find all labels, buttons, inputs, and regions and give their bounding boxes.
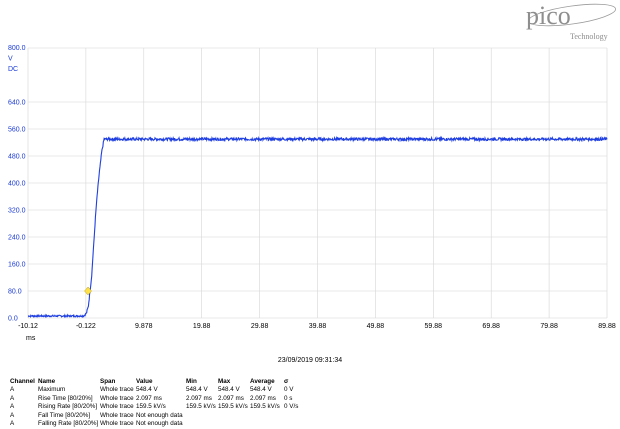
cell-min <box>186 420 218 429</box>
cell-span: Whole trace <box>100 411 134 419</box>
y-tick-label: 320.0 <box>8 208 26 215</box>
cell-span: Whole trace <box>100 394 134 402</box>
x-tick-label: 9.878 <box>135 323 153 330</box>
y-tick-label: 640.0 <box>8 100 26 107</box>
cell-sigma <box>284 411 304 420</box>
cell-value: 2.097 ms <box>136 394 162 402</box>
cell-max: 159.5 kV/s <box>218 403 248 411</box>
cell-average <box>250 420 284 429</box>
cell-max <box>218 411 250 420</box>
header-max: Max <box>218 377 231 385</box>
header-sigma: σ <box>284 377 289 385</box>
header-average: Average <box>250 377 275 385</box>
cell-channel: A <box>10 386 15 394</box>
measurements-header-row: Channel Name Span Value Min Max Average … <box>10 377 304 386</box>
cell-min <box>186 411 218 420</box>
cell-average: 548.4 V <box>250 386 272 394</box>
x-tick-label: 49.88 <box>367 323 385 330</box>
cell-value: Not enough data <box>136 411 183 419</box>
cell-name: Falling Rate [80/20%] <box>38 420 99 428</box>
x-tick-label: -10.12 <box>18 323 38 330</box>
header-value: Value <box>136 377 153 385</box>
header-min: Min <box>186 377 197 385</box>
y-unit-line: V <box>8 56 13 63</box>
y-tick-label: 560.0 <box>8 127 26 134</box>
measurements-body: A Maximum Whole trace 548.4 V 548.4 V 548.4 V… <box>10 386 304 429</box>
y-unit-label: 800.0 V DC <box>8 45 26 73</box>
x-tick-label: 19.88 <box>193 323 211 330</box>
cell-span: Whole trace <box>100 386 134 394</box>
cell-name: Rising Rate [80/20%] <box>38 403 98 411</box>
header-channel: Channel <box>10 377 35 385</box>
cell-max: 2.097 ms <box>218 394 244 402</box>
cell-channel: A <box>10 403 15 411</box>
measurement-row: A Rise Time [80/20%] Whole trace 2.097 ms 2.… <box>10 394 304 403</box>
capture-timestamp: 23/09/2019 09:31:34 <box>277 357 343 364</box>
cell-channel: A <box>10 420 15 428</box>
cell-max: 548.4 V <box>218 386 240 394</box>
y-tick-label: 160.0 <box>8 262 26 269</box>
x-tick-label: 69.88 <box>482 323 500 330</box>
x-tick-label: 39.88 <box>309 323 327 330</box>
cell-channel: A <box>10 394 15 402</box>
cell-min: 159.5 kV/s <box>186 403 216 411</box>
y-axis-ticks: 640.0 560.0 480.0 400.0 320.0 240.0 160.0 80.0 0… <box>8 100 26 323</box>
cell-min: 548.4 V <box>186 386 208 394</box>
measurement-row: A Falling Rate [80/20%] Whole trace Not eno… <box>10 420 304 429</box>
y-unit-line: 800.0 <box>8 45 26 52</box>
x-tick-label: -0.122 <box>76 323 96 330</box>
x-tick-label: 79.88 <box>540 323 558 330</box>
x-tick-label: 89.88 <box>598 323 616 330</box>
x-axis-ticks: -10.12 -0.122 9.878 19.88 29.88 39.88 49.88 59.… <box>18 323 616 342</box>
cell-name: Fall Time [80/20%] <box>38 411 91 419</box>
cell-name: Rise Time [80/20%] <box>38 394 93 402</box>
cell-sigma: 0 V/s <box>284 403 299 411</box>
x-tick-label: 59.88 <box>425 323 443 330</box>
cell-average: 2.097 ms <box>250 394 276 402</box>
cell-min: 2.097 ms <box>186 394 212 402</box>
cell-average <box>250 411 284 420</box>
cell-sigma: 0 s <box>284 394 293 402</box>
cell-sigma <box>284 420 304 429</box>
x-tick-label: 29.88 <box>251 323 269 330</box>
y-unit-line: DC <box>8 66 18 73</box>
cell-channel: A <box>10 411 15 419</box>
x-unit-label: ms <box>26 335 36 342</box>
y-tick-label: 400.0 <box>8 181 26 188</box>
measurement-row: A Maximum Whole trace 548.4 V 548.4 V 548.4 V… <box>10 386 304 395</box>
y-tick-label: 240.0 <box>8 235 26 242</box>
cell-value: 548.4 V <box>136 386 158 394</box>
measurements-table: Channel Name Span Value Min Max Average … <box>10 377 304 428</box>
header-span: Span <box>100 377 116 385</box>
voltage-plot: 800.0 V DC 640.0 560.0 480.0 400.0 320.0 240.0 1… <box>8 45 616 342</box>
measurement-row: A Rising Rate [80/20%] Whole trace 159.5 kV… <box>10 403 304 412</box>
grid <box>27 47 608 319</box>
cell-value: Not enough data <box>136 420 183 428</box>
y-tick-label: 80.0 <box>8 289 22 296</box>
cell-span: Whole trace <box>100 420 134 428</box>
cell-max <box>218 420 250 429</box>
measurement-row: A Fall Time [80/20%] Whole trace Not enough… <box>10 411 304 420</box>
cell-name: Maximum <box>38 386 66 394</box>
y-tick-label: 0.0 <box>8 316 18 323</box>
cell-average: 159.5 kV/s <box>250 403 280 411</box>
header-name: Name <box>38 377 56 385</box>
cell-span: Whole trace <box>100 403 134 411</box>
cell-sigma: 0 V <box>284 386 294 394</box>
y-tick-label: 480.0 <box>8 154 26 161</box>
cell-value: 159.5 kV/s <box>136 403 166 411</box>
